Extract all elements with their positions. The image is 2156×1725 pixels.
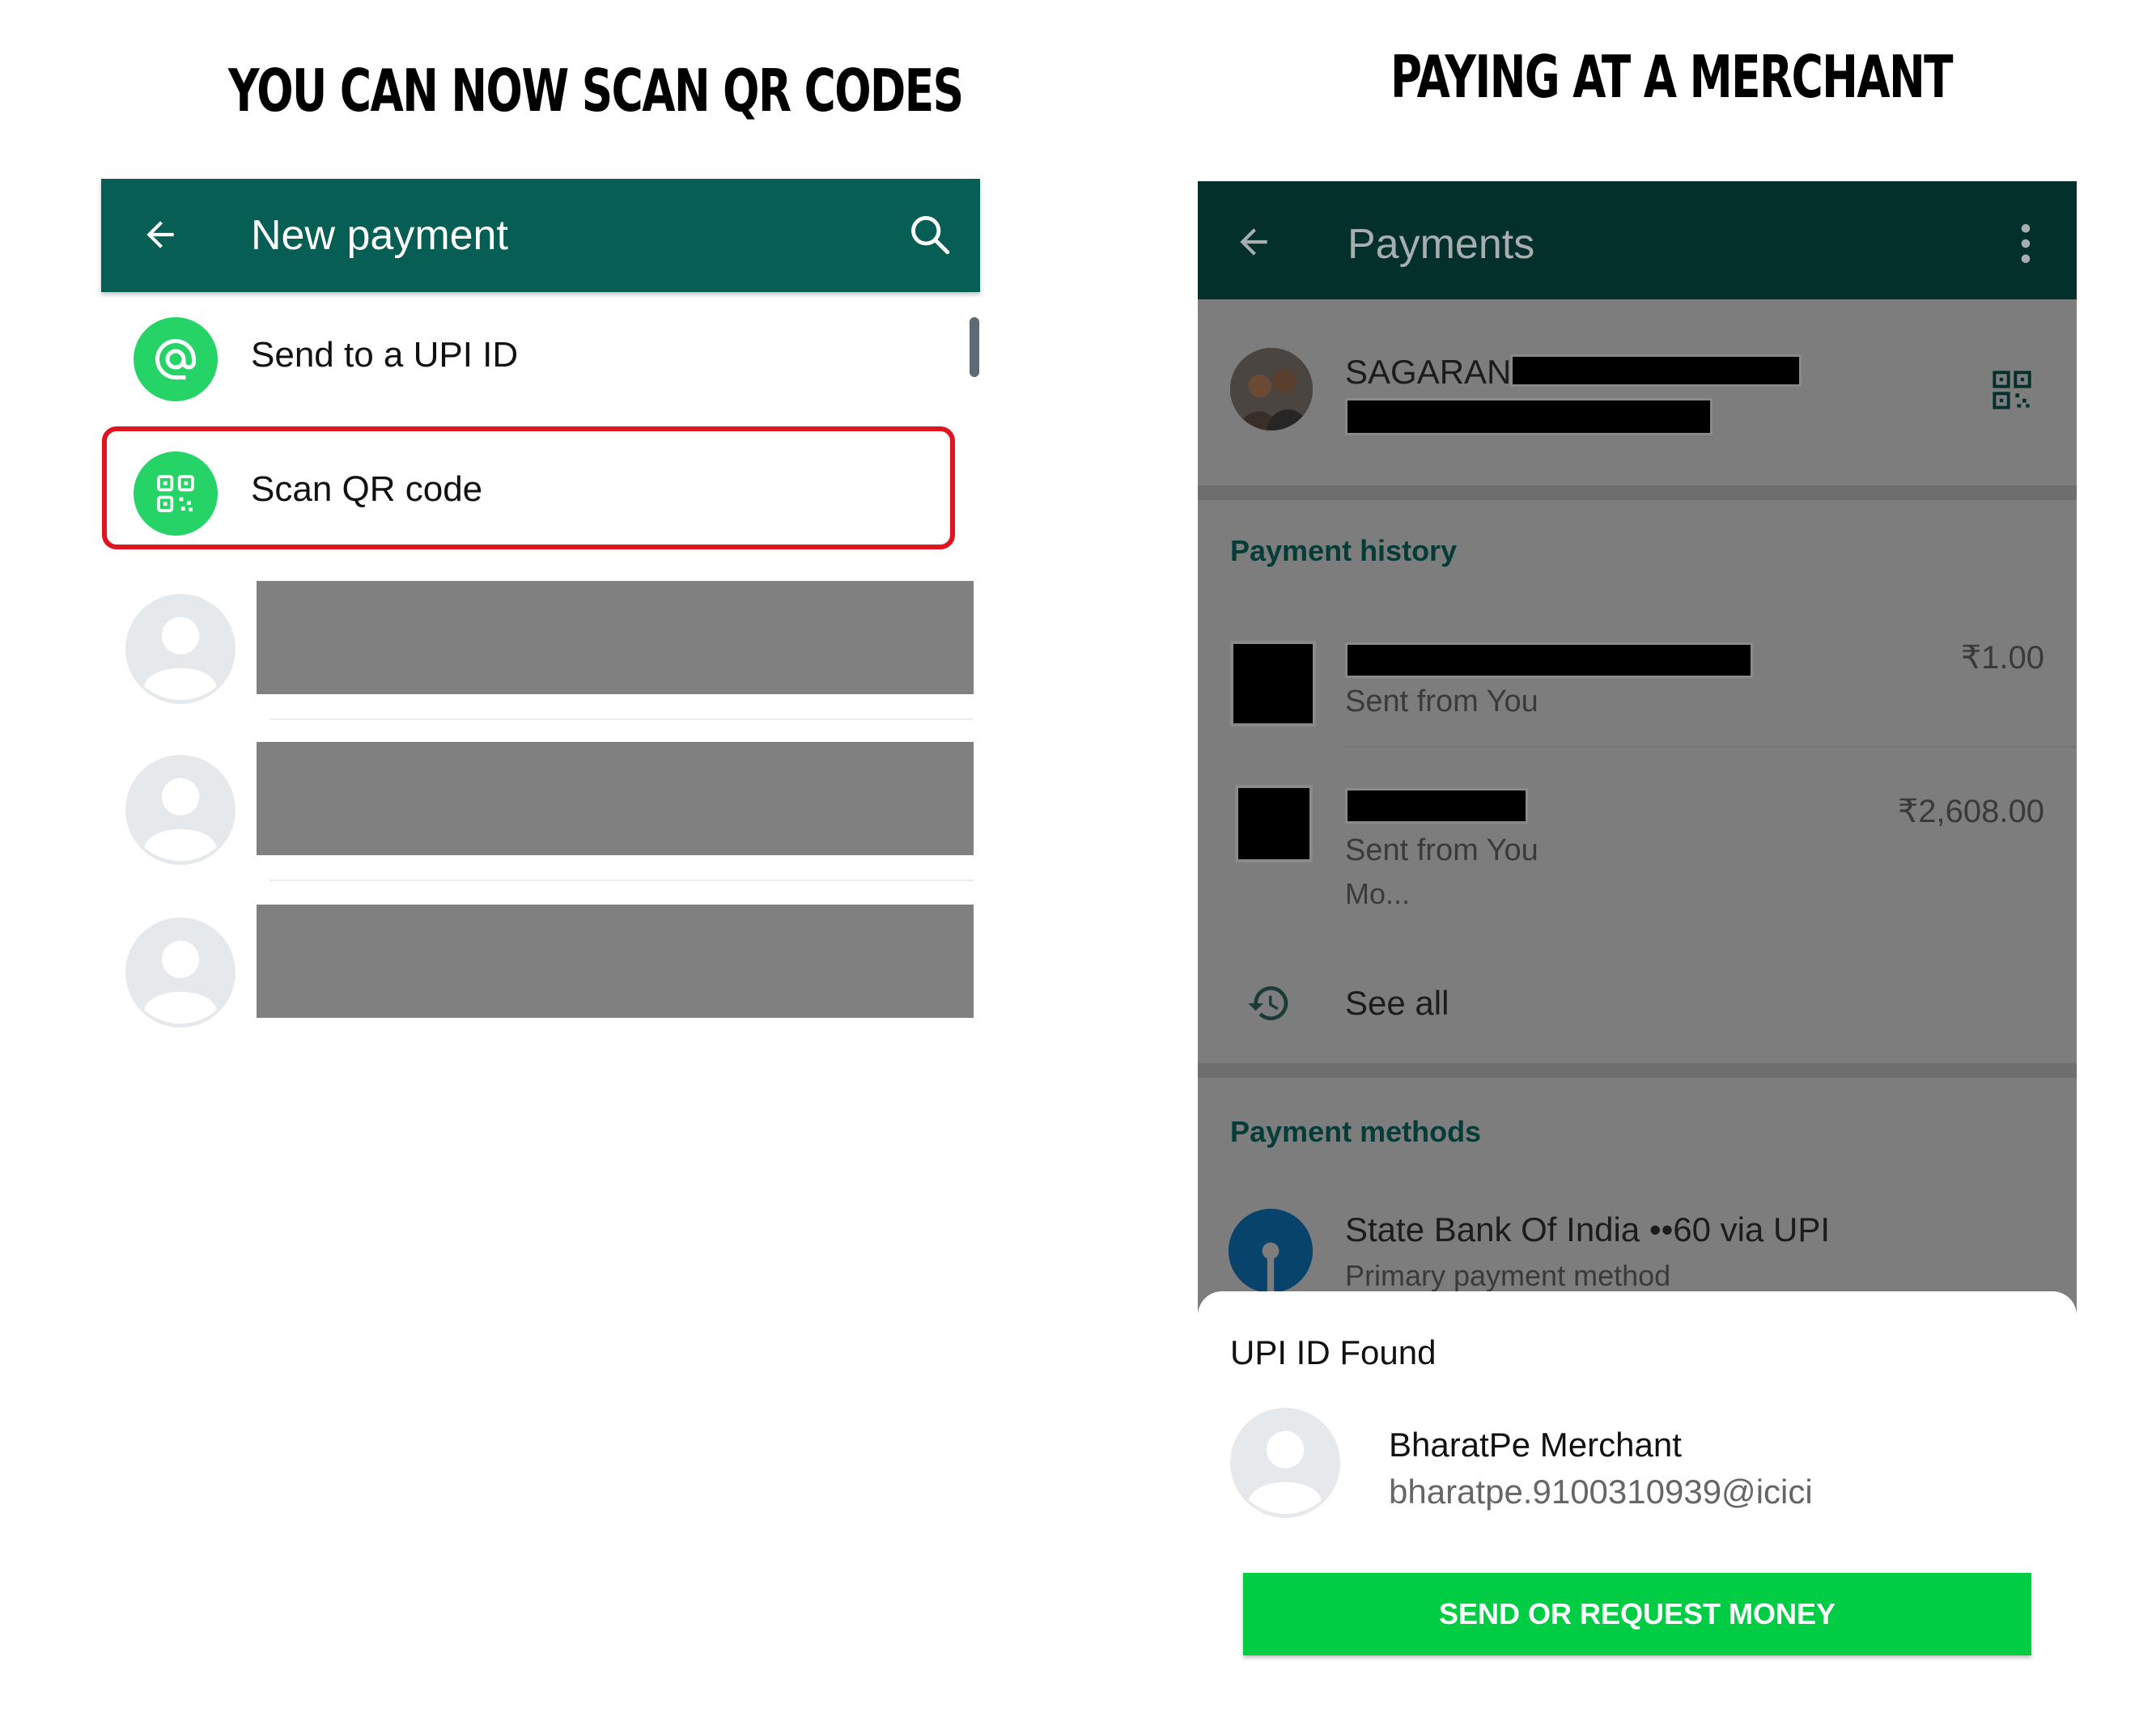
history-icon <box>1248 986 1288 1020</box>
qr-code-icon[interactable] <box>1991 369 2033 411</box>
contact-row[interactable] <box>101 742 980 881</box>
payment-methods-title: Payment methods <box>1230 1115 1482 1148</box>
redacted-block <box>1510 354 1802 387</box>
default-avatar-icon <box>125 918 236 1028</box>
more-vert-icon[interactable] <box>2020 223 2031 264</box>
default-avatar-icon <box>125 594 236 704</box>
scrollbar[interactable] <box>970 317 979 377</box>
search-icon[interactable] <box>906 211 953 258</box>
default-avatar-icon <box>1230 1408 1340 1518</box>
transaction-amount: ₹2,608.00 <box>1897 794 2044 829</box>
redacted-block <box>257 742 974 855</box>
upi-found-sheet: UPI ID Found BharatPe Merchant bharatpe.… <box>1198 1291 2077 1725</box>
payments-title: Payments <box>1348 221 1535 268</box>
redacted-avatar <box>1235 785 1313 862</box>
section-divider <box>1198 1063 2077 1078</box>
payments-screen: Payments SAGARAN Payment history Sent fr… <box>1198 181 2077 1725</box>
bank-subtitle: Primary payment method <box>1345 1259 1671 1292</box>
highlight-box <box>102 426 955 549</box>
redacted-avatar <box>1230 641 1316 727</box>
redacted-block <box>1345 398 1712 435</box>
transaction-note: Mo... <box>1345 877 1411 910</box>
see-all-link[interactable]: See all <box>1345 984 1449 1023</box>
arrow-left-icon[interactable] <box>1233 222 1274 262</box>
redacted-block <box>257 581 974 694</box>
divider <box>270 879 974 881</box>
default-avatar-icon <box>125 755 236 865</box>
bank-name[interactable]: State Bank Of India ••60 via UPI <box>1345 1210 1830 1249</box>
redacted-block <box>1345 642 1753 678</box>
redacted-block <box>257 905 974 1018</box>
page-title: New payment <box>251 212 508 259</box>
section-divider <box>1198 485 2077 500</box>
divider <box>1345 746 2077 748</box>
bank-logo-icon <box>1229 1209 1313 1293</box>
merchant-name: BharatPe Merchant <box>1389 1426 1682 1464</box>
transaction-subtitle: Sent from You <box>1345 833 1538 867</box>
transaction-subtitle: Sent from You <box>1345 684 1538 718</box>
contact-row[interactable] <box>101 905 980 1042</box>
send-to-upi-id-item[interactable]: Send to a UPI ID <box>101 293 980 422</box>
transaction-amount: ₹1.00 <box>1960 640 2044 676</box>
caption-left: YOU CAN NOW SCAN QR CODES <box>228 57 964 125</box>
sheet-title: UPI ID Found <box>1230 1333 1437 1371</box>
payment-history-title: Payment history <box>1230 534 1458 567</box>
new-payment-header: New payment <box>101 179 980 292</box>
profile-avatar[interactable] <box>1230 348 1313 430</box>
contact-row[interactable] <box>101 581 980 720</box>
profile-name: SAGARAN <box>1345 353 1512 391</box>
send-or-request-money-button[interactable]: SEND OR REQUEST MONEY <box>1243 1573 2031 1655</box>
payments-header: Payments <box>1198 181 2077 299</box>
redacted-block <box>1345 788 1528 824</box>
arrow-left-icon[interactable] <box>140 214 180 255</box>
merchant-upi-id: bharatpe.9100310939@icici <box>1389 1473 1813 1511</box>
send-to-upi-id-label: Send to a UPI ID <box>251 335 519 375</box>
divider <box>270 718 974 720</box>
at-sign-icon <box>134 317 218 401</box>
caption-right: PAYING AT A MERCHANT <box>1390 43 1954 111</box>
